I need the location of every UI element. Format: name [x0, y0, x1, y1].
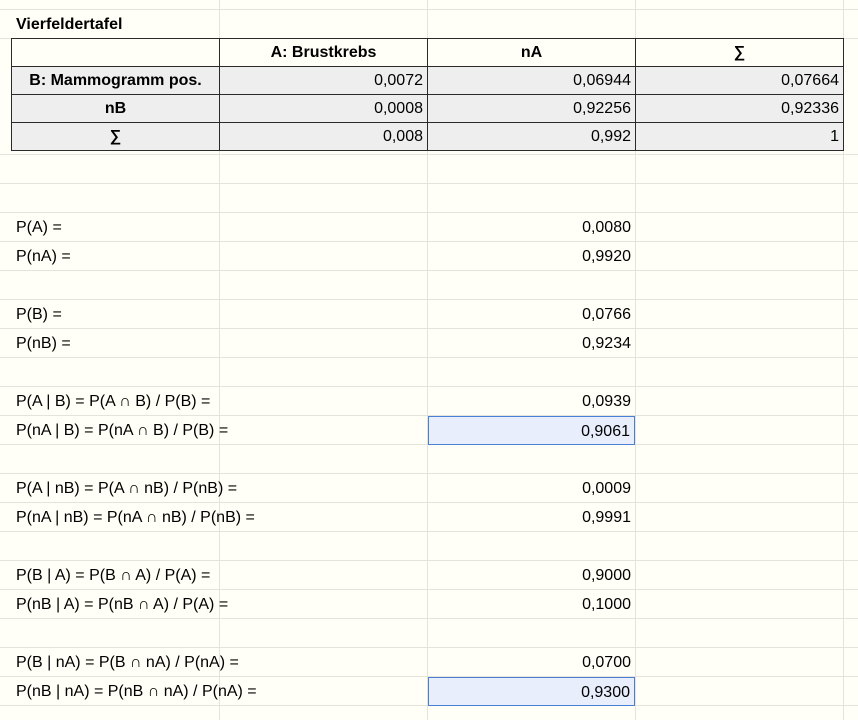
prob-row-p-b-given-na: P(B | nA) = P(B ∩ nA) / P(nA) = 0,0700	[0, 648, 858, 677]
cell-value[interactable]: 0,92256	[427, 94, 636, 123]
prob-value[interactable]: 0,9000	[428, 561, 635, 590]
selected-cell[interactable]: 0,9061	[428, 416, 635, 445]
prob-label[interactable]: P(nA | nB) = P(nA ∩ nB) / P(nB) =	[16, 509, 255, 527]
prob-value[interactable]: 0,9234	[428, 329, 635, 358]
prob-label[interactable]: P(A | B) = P(A ∩ B) / P(B) =	[16, 393, 210, 411]
table-header-row: A: Brustkrebs nA ∑	[11, 38, 844, 67]
cell-value[interactable]: 0,0072	[219, 66, 428, 95]
cell-value[interactable]: 0,06944	[427, 66, 636, 95]
prob-label[interactable]: P(B | nA) = P(B ∩ nA) / P(nA) =	[16, 654, 239, 672]
col-header-na[interactable]: nA	[427, 38, 636, 67]
prob-row-p-nb-given-na: P(nB | nA) = P(nB ∩ nA) / P(nA) = 0,9300	[0, 677, 858, 706]
col-header-a[interactable]: A: Brustkrebs	[219, 38, 428, 67]
selected-cell[interactable]: 0,9300	[428, 677, 635, 706]
prob-row-p-nb-given-a: P(nB | A) = P(nB ∩ A) / P(A) = 0,1000	[0, 590, 858, 619]
prob-label[interactable]: P(B) =	[16, 306, 62, 324]
cell-value[interactable]: 1	[635, 122, 844, 151]
prob-value[interactable]: 0,9991	[428, 503, 635, 532]
prob-value[interactable]: 0,0009	[428, 474, 635, 503]
prob-value[interactable]: 0,9920	[428, 242, 635, 271]
table-row: nB 0,0008 0,92256 0,92336	[11, 94, 844, 123]
contingency-table: A: Brustkrebs nA ∑ B: Mammogramm pos. 0,…	[11, 38, 844, 151]
prob-row-p-b-given-a: P(B | A) = P(B ∩ A) / P(A) = 0,9000	[0, 561, 858, 590]
prob-label[interactable]: P(B | A) = P(B ∩ A) / P(A) =	[16, 567, 210, 585]
row-header-sum[interactable]: ∑	[11, 122, 220, 151]
col-header-sum[interactable]: ∑	[635, 38, 844, 67]
prob-label[interactable]: P(nB) =	[16, 335, 71, 353]
cell-value[interactable]: 0,0008	[219, 94, 428, 123]
prob-row-p-b: P(B) = 0,0766	[0, 300, 858, 329]
prob-row-p-na: P(nA) = 0,9920	[0, 242, 858, 271]
sheet-title[interactable]: Vierfeldertafel	[16, 16, 122, 34]
prob-value[interactable]: 0,0766	[428, 300, 635, 329]
prob-value[interactable]: 0,1000	[428, 590, 635, 619]
table-corner-cell[interactable]	[11, 38, 220, 67]
prob-row-p-a: P(A) = 0,0080	[0, 213, 858, 242]
cell-value[interactable]: 0,07664	[635, 66, 844, 95]
cell-value[interactable]: 0,992	[427, 122, 636, 151]
prob-row-p-a-given-nb: P(A | nB) = P(A ∩ nB) / P(nB) = 0,0009	[0, 474, 858, 503]
prob-value[interactable]: 0,0080	[428, 213, 635, 242]
cell-value[interactable]: 0,008	[219, 122, 428, 151]
prob-row-p-nb: P(nB) = 0,9234	[0, 329, 858, 358]
prob-row-p-na-given-nb: P(nA | nB) = P(nA ∩ nB) / P(nB) = 0,9991	[0, 503, 858, 532]
prob-label[interactable]: P(nB | A) = P(nB ∩ A) / P(A) =	[16, 596, 228, 614]
row-header-nb[interactable]: nB	[11, 94, 220, 123]
prob-value[interactable]: 0,0700	[428, 648, 635, 677]
prob-label[interactable]: P(A | nB) = P(A ∩ nB) / P(nB) =	[16, 480, 237, 498]
prob-label[interactable]: P(nB | nA) = P(nB ∩ nA) / P(nA) =	[16, 683, 257, 701]
prob-label[interactable]: P(nA | B) = P(nA ∩ B) / P(B) =	[16, 422, 228, 440]
prob-row-p-a-given-b: P(A | B) = P(A ∩ B) / P(B) = 0,0939	[0, 387, 858, 416]
prob-value[interactable]: 0,0939	[428, 387, 635, 416]
prob-label[interactable]: P(nA) =	[16, 248, 71, 266]
table-row: ∑ 0,008 0,992 1	[11, 122, 844, 151]
table-row: B: Mammogramm pos. 0,0072 0,06944 0,0766…	[11, 66, 844, 95]
cell-value[interactable]: 0,92336	[635, 94, 844, 123]
prob-label[interactable]: P(A) =	[16, 219, 62, 237]
prob-row-p-na-given-b: P(nA | B) = P(nA ∩ B) / P(B) = 0,9061	[0, 416, 858, 445]
row-header-b[interactable]: B: Mammogramm pos.	[11, 66, 220, 95]
